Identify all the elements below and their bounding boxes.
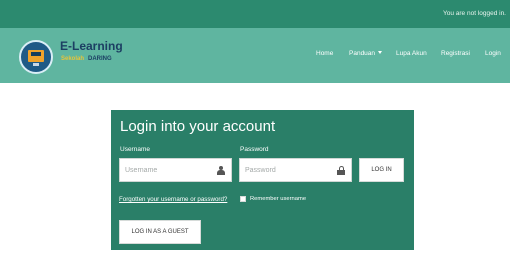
brand-title[interactable]: E-Learning xyxy=(60,39,123,53)
nav-panduan-label: Panduan xyxy=(349,50,376,57)
login-as-guest-button[interactable]: LOG IN AS A GUEST xyxy=(119,220,201,244)
remember-username-checkbox[interactable] xyxy=(240,196,246,202)
user-icon xyxy=(217,166,225,175)
nav-registrasi-link[interactable]: Registrasi xyxy=(441,50,470,57)
brand-subtitle-daring: DARING xyxy=(88,56,112,62)
lock-icon xyxy=(337,166,345,175)
site-logo-icon[interactable] xyxy=(19,40,53,74)
caret-down-icon xyxy=(378,51,383,54)
login-status-text: You are not logged in. xyxy=(442,10,506,17)
password-input[interactable]: Password xyxy=(239,158,352,182)
navbar: E-Learning Sekolah DARING xyxy=(0,28,510,83)
password-placeholder: Password xyxy=(245,167,276,174)
logo-stand xyxy=(33,63,39,66)
remember-username-label[interactable]: Remember username xyxy=(250,196,306,202)
nav-login-link[interactable]: Login xyxy=(485,50,501,57)
username-label: Username xyxy=(120,146,150,153)
nav-lupa-akun-link[interactable]: Lupa Akun xyxy=(396,50,427,57)
password-label: Password xyxy=(240,146,269,153)
username-input[interactable]: Username xyxy=(119,158,232,182)
logo-graduation-cap xyxy=(31,52,41,56)
nav-panduan-dropdown[interactable]: Panduan xyxy=(349,50,383,57)
brand-subtitle-sekolah: Sekolah xyxy=(61,56,85,62)
login-button[interactable]: LOG IN xyxy=(359,158,404,182)
nav-home-link[interactable]: Home xyxy=(316,50,333,57)
login-card-title: Login into your account xyxy=(120,118,276,135)
username-placeholder: Username xyxy=(125,167,158,174)
login-card: Login into your account Username Passwor… xyxy=(111,110,414,250)
forgot-password-link[interactable]: Forgotten your username or password? xyxy=(119,196,227,203)
top-status-bar: You are not logged in. xyxy=(0,0,510,28)
